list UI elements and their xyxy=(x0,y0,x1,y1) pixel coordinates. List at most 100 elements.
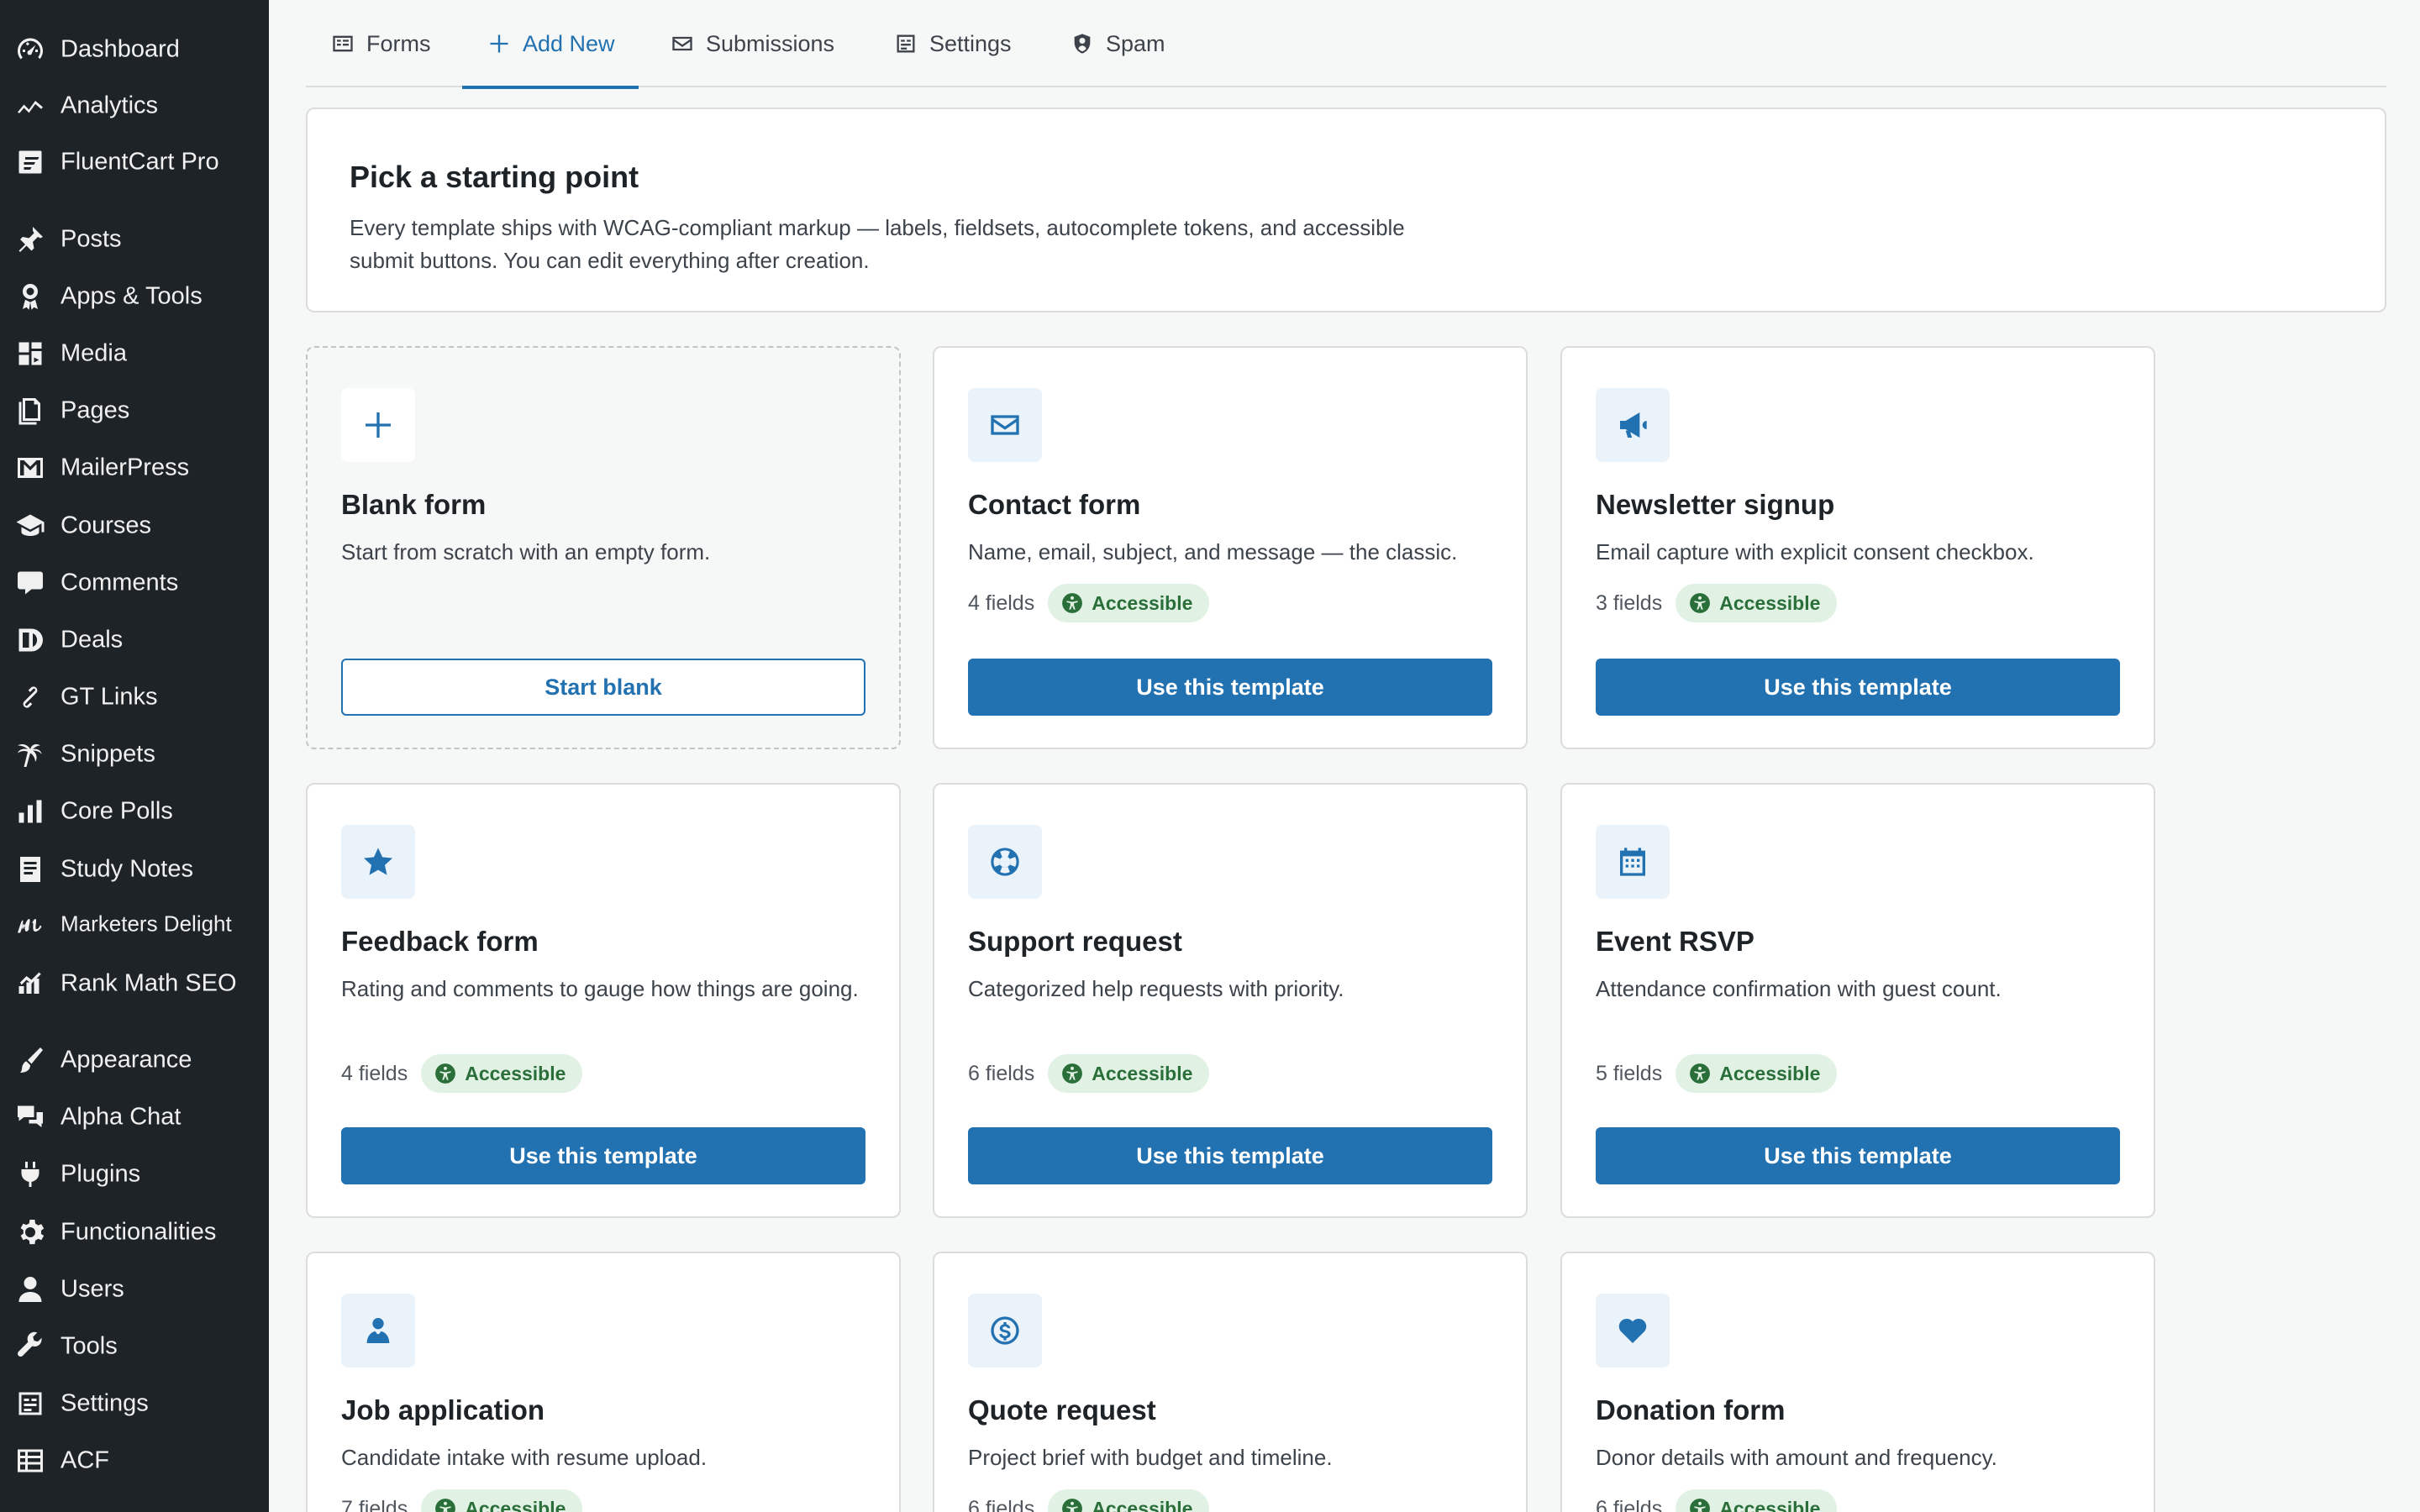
admin-sidebar: Dashboard Analytics FluentCart Pro Posts App… xyxy=(0,0,269,1512)
sidebar-item-posts[interactable]: Posts xyxy=(0,213,269,266)
sidebar-item-label: GT Links xyxy=(60,683,158,711)
accessibility-icon xyxy=(434,1498,456,1512)
badge-label: Accessible xyxy=(1719,591,1821,614)
sidebar-item-core-polls[interactable]: Core Polls xyxy=(0,785,269,838)
sidebar-item-acf[interactable]: ACF xyxy=(0,1434,269,1488)
card-meta: 4 fields Accessible xyxy=(341,1054,583,1093)
dashboard-icon xyxy=(13,33,47,66)
pages-icon xyxy=(13,394,47,428)
tab-spam[interactable]: Spam xyxy=(1071,0,1165,87)
card-description: Rating and comments to gauge how things … xyxy=(341,976,859,1001)
start-blank-button[interactable]: Start blank xyxy=(341,659,865,716)
card-description: Name, email, subject, and message — the … xyxy=(968,539,1458,564)
sidebar-item-study-notes[interactable]: Study Notes xyxy=(0,843,269,896)
sidebar-item-snippets[interactable]: Snippets xyxy=(0,727,269,781)
sidebar-item-label: Deals xyxy=(60,626,124,654)
use-template-button[interactable]: Use this template xyxy=(1596,659,2120,716)
template-card-quote-request: Quote request Project brief with budget a… xyxy=(933,1252,1528,1512)
deals-icon xyxy=(13,623,47,657)
badge-label: Accessible xyxy=(1092,1062,1193,1084)
sidebar-item-label: Media xyxy=(60,339,127,367)
sidebar-item-pages[interactable]: Pages xyxy=(0,384,269,438)
settings-icon xyxy=(13,1387,47,1420)
sidebar-item-dashboard[interactable]: Dashboard xyxy=(0,23,269,76)
sidebar-item-apps-and-tools[interactable]: Apps & Tools xyxy=(0,270,269,323)
sidebar-item-users[interactable]: Users xyxy=(0,1263,269,1316)
template-card-blank-form: Blank form Start from scratch with an emp… xyxy=(306,346,901,749)
sidebar-item-settings[interactable]: Settings xyxy=(0,1377,269,1431)
brush-icon xyxy=(13,1043,47,1077)
sidebar-item-tools[interactable]: Tools xyxy=(0,1320,269,1373)
card-title: Event RSVP xyxy=(1596,926,1754,957)
sidebar-item-deals[interactable]: Deals xyxy=(0,613,269,667)
sidebar-item-mailerpress[interactable]: MailerPress xyxy=(0,441,269,495)
field-count: 7 fields xyxy=(341,1496,408,1512)
comment-icon xyxy=(13,566,47,600)
analytics-icon xyxy=(13,89,47,123)
sidebar-item-label: Appearance xyxy=(60,1046,192,1074)
badge-label: Accessible xyxy=(465,1497,566,1512)
megaphone-icon xyxy=(1596,388,1670,462)
tab-submissions[interactable]: Submissions xyxy=(671,0,834,87)
table-icon xyxy=(13,1444,47,1478)
field-count: 6 fields xyxy=(968,1061,1035,1085)
sidebar-item-plugins[interactable]: Plugins xyxy=(0,1147,269,1201)
accessible-badge: Accessible xyxy=(1048,584,1210,622)
sidebar-item-marketers-delight[interactable]: Marketers Delight xyxy=(0,897,269,951)
use-template-button[interactable]: Use this template xyxy=(341,1127,865,1184)
sidebar-item-fluentcart-pro[interactable]: FluentCart Pro xyxy=(0,135,269,189)
badge-label: Accessible xyxy=(1719,1062,1821,1084)
use-template-button[interactable]: Use this template xyxy=(968,659,1492,716)
sidebar-item-label: FluentCart Pro xyxy=(60,148,219,176)
heart-icon xyxy=(1596,1294,1670,1368)
settings-icon xyxy=(894,32,918,55)
sidebar-item-label: Alpha Chat xyxy=(60,1103,182,1131)
card-description: Email capture with explicit consent chec… xyxy=(1596,539,2034,564)
fluentcart-icon xyxy=(13,145,47,179)
sidebar-item-label: Marketers Delight xyxy=(60,911,232,937)
sidebar-item-label: Rank Math SEO xyxy=(60,969,237,997)
sidebar-item-analytics[interactable]: Analytics xyxy=(0,79,269,133)
template-card-feedback-form: Feedback form Rating and comments to gaug… xyxy=(306,783,901,1218)
sidebar-item-label: Core Polls xyxy=(60,797,173,825)
sidebar-item-label: Dashboard xyxy=(60,35,180,63)
accessible-badge: Accessible xyxy=(1048,1489,1210,1512)
sidebar-item-functionalities[interactable]: Functionalities xyxy=(0,1205,269,1259)
card-meta: 7 fields Accessible xyxy=(341,1489,583,1512)
sidebar-item-gt-links[interactable]: GT Links xyxy=(0,670,269,724)
intro-description: Every template ships with WCAG-compliant… xyxy=(350,215,1405,273)
tab-add-new[interactable]: Add New xyxy=(462,0,639,89)
notes-icon xyxy=(13,853,47,886)
use-template-button[interactable]: Use this template xyxy=(968,1127,1492,1184)
sidebar-item-alpha-chat[interactable]: Alpha Chat xyxy=(0,1090,269,1144)
template-card-donation-form: Donation form Donor details with amount a… xyxy=(1560,1252,2155,1512)
sidebar-item-courses[interactable]: Courses xyxy=(0,499,269,553)
tab-settings[interactable]: Settings xyxy=(894,0,1012,87)
template-card-event-rsvp: Event RSVP Attendance confirmation with g… xyxy=(1560,783,2155,1218)
accessible-badge: Accessible xyxy=(1676,1054,1838,1093)
graduation-cap-icon xyxy=(13,509,47,543)
field-count: 6 fields xyxy=(968,1496,1035,1512)
sidebar-item-appearance[interactable]: Appearance xyxy=(0,1033,269,1087)
card-meta: 5 fields Accessible xyxy=(1596,1054,1838,1093)
card-title: Feedback form xyxy=(341,926,539,957)
sidebar-item-media[interactable]: Media xyxy=(0,327,269,381)
template-card-support-request: Support request Categorized help requests… xyxy=(933,783,1528,1218)
sidebar-item-label: Comments xyxy=(60,569,179,596)
tab-forms[interactable]: Forms xyxy=(331,0,431,87)
accessibility-icon xyxy=(1061,1063,1083,1084)
plus-icon xyxy=(341,388,415,462)
card-description: Candidate intake with resume upload. xyxy=(341,1445,708,1470)
sidebar-item-label: Plugins xyxy=(60,1160,141,1188)
envelope-icon xyxy=(671,32,694,55)
lifebuoy-icon xyxy=(968,825,1042,899)
use-template-button[interactable]: Use this template xyxy=(1596,1127,2120,1184)
sidebar-item-comments[interactable]: Comments xyxy=(0,556,269,610)
sidebar-item-label: Posts xyxy=(60,225,122,253)
sidebar-item-rank-math-seo[interactable]: Rank Math SEO xyxy=(0,957,269,1011)
card-description: Categorized help requests with priority. xyxy=(968,976,1344,1001)
tab-label: Forms xyxy=(366,30,431,56)
sidebar-item-label: Snippets xyxy=(60,740,155,768)
accessibility-icon xyxy=(1061,1498,1083,1512)
tab-bar: Forms Add New Submissions Settings Spam xyxy=(306,0,2386,89)
